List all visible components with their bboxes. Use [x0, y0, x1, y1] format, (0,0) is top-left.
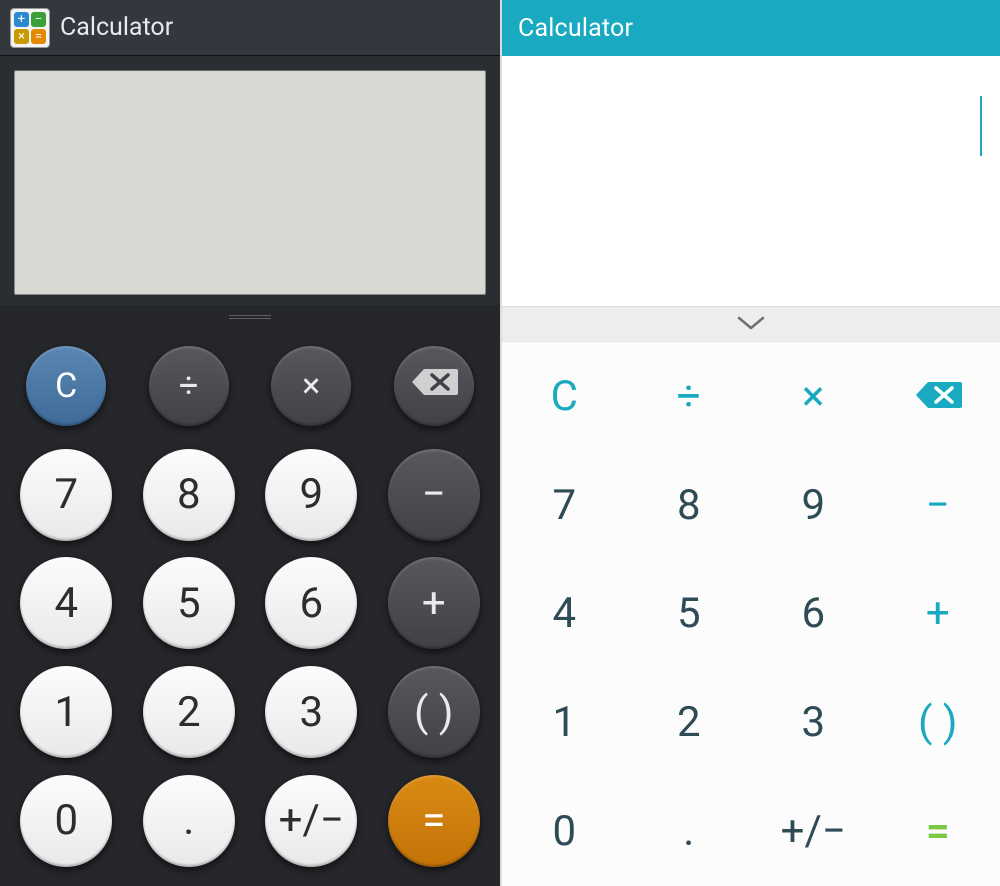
key-divide[interactable]: ÷ — [133, 337, 246, 436]
key-minus[interactable]: − — [378, 446, 491, 545]
key-label: ÷ — [677, 372, 701, 421]
key-label: + — [422, 579, 446, 628]
key-zero[interactable]: 0 — [10, 771, 123, 870]
key-label: = — [422, 796, 445, 845]
key-multiply[interactable]: × — [255, 337, 368, 436]
key-label: 1 — [552, 698, 576, 747]
key-eight[interactable]: 8 — [133, 446, 246, 545]
key-label: 8 — [177, 470, 201, 519]
key-label: 4 — [54, 579, 78, 628]
key-label: − — [422, 470, 446, 519]
key-label: . — [183, 796, 194, 845]
key-two[interactable]: 2 — [133, 663, 246, 762]
key-divide[interactable]: ÷ — [627, 342, 752, 451]
text-cursor — [980, 96, 982, 156]
key-label: 7 — [552, 481, 576, 530]
key-label: 8 — [677, 481, 701, 530]
right-keypad: C ÷ × 7 8 9 − 4 5 6 +1 2 3 ( ) 0. +/− = — [502, 342, 1000, 886]
key-nine[interactable]: 9 — [751, 451, 876, 560]
key-label: − — [926, 481, 950, 530]
left-display[interactable] — [14, 70, 486, 295]
key-two[interactable]: 2 — [627, 668, 752, 777]
key-label: C — [55, 366, 77, 406]
key-label: 3 — [801, 698, 825, 747]
key-three[interactable]: 3 — [751, 668, 876, 777]
key-label: 6 — [801, 589, 825, 638]
right-display[interactable] — [502, 56, 1000, 306]
key-label: 2 — [177, 688, 201, 737]
key-backspace[interactable] — [378, 337, 491, 436]
calculator-app-icon: +− ×= — [10, 8, 50, 48]
key-label: + — [926, 589, 950, 638]
key-seven[interactable]: 7 — [10, 446, 123, 545]
left-keypad: C ÷ × 7 8 9 − 4 5 6 +1 2 3 ( ) 0. +/− = — [0, 329, 500, 886]
key-label: 0 — [552, 807, 576, 856]
key-label: 2 — [677, 698, 701, 747]
key-label: 3 — [299, 688, 323, 737]
key-label: 4 — [552, 589, 576, 638]
key-four[interactable]: 4 — [502, 560, 627, 669]
key-label: 9 — [299, 470, 323, 519]
left-calculator: +− ×= Calculator C ÷ × 7 8 9 − 4 5 6 +1 2 3 ( ) 0. +/− = — [0, 0, 500, 886]
key-label: . — [683, 807, 694, 856]
key-plus[interactable]: + — [378, 554, 491, 653]
key-eight[interactable]: 8 — [627, 451, 752, 560]
app-title: Calculator — [518, 14, 633, 43]
key-sign[interactable]: +/− — [255, 771, 368, 870]
key-label: 5 — [177, 579, 201, 628]
key-decimal[interactable]: . — [133, 771, 246, 870]
chevron-down-icon — [737, 316, 765, 332]
key-three[interactable]: 3 — [255, 663, 368, 762]
key-label: ÷ — [179, 366, 198, 406]
key-label: 1 — [54, 688, 78, 737]
key-label: 0 — [54, 796, 78, 845]
key-label: 5 — [677, 589, 701, 638]
key-backspace[interactable] — [876, 342, 1000, 451]
app-title: Calculator — [60, 13, 173, 42]
drag-handle-icon — [229, 315, 271, 319]
right-calculator: Calculator C ÷ × 7 8 9 − 4 5 6 +1 2 3 ( ) 0. +/− = — [500, 0, 1000, 886]
left-display-wrap — [0, 56, 500, 305]
key-label: 6 — [299, 579, 323, 628]
key-nine[interactable]: 9 — [255, 446, 368, 545]
key-six[interactable]: 6 — [255, 554, 368, 653]
key-five[interactable]: 5 — [627, 560, 752, 669]
key-label: 9 — [801, 481, 825, 530]
key-parens[interactable]: ( ) — [876, 668, 1000, 777]
key-label: ( ) — [414, 688, 453, 737]
key-seven[interactable]: 7 — [502, 451, 627, 560]
backspace-icon — [914, 372, 962, 421]
key-zero[interactable]: 0 — [502, 777, 627, 886]
key-label: C — [551, 372, 578, 421]
key-one[interactable]: 1 — [10, 663, 123, 762]
key-clear[interactable]: C — [10, 337, 123, 436]
key-four[interactable]: 4 — [10, 554, 123, 653]
expand-panel-button[interactable] — [502, 306, 1000, 342]
key-decimal[interactable]: . — [627, 777, 752, 886]
left-header: +− ×= Calculator — [0, 0, 500, 56]
key-multiply[interactable]: × — [751, 342, 876, 451]
key-label: +/− — [279, 796, 344, 845]
key-five[interactable]: 5 — [133, 554, 246, 653]
expand-handle[interactable] — [0, 305, 500, 329]
key-six[interactable]: 6 — [751, 560, 876, 669]
key-equals[interactable]: = — [876, 777, 1000, 886]
key-plus[interactable]: + — [876, 560, 1000, 669]
backspace-icon — [410, 366, 458, 406]
key-minus[interactable]: − — [876, 451, 1000, 560]
key-label: ( ) — [918, 698, 957, 747]
key-equals[interactable]: = — [378, 771, 491, 870]
right-header: Calculator — [502, 0, 1000, 56]
key-clear[interactable]: C — [502, 342, 627, 451]
key-label: = — [926, 807, 950, 856]
key-label: +/− — [781, 807, 846, 856]
key-label: × — [302, 366, 320, 406]
key-parens[interactable]: ( ) — [378, 663, 491, 762]
key-label: 7 — [54, 470, 78, 519]
key-one[interactable]: 1 — [502, 668, 627, 777]
key-label: × — [802, 372, 824, 421]
key-sign[interactable]: +/− — [751, 777, 876, 886]
